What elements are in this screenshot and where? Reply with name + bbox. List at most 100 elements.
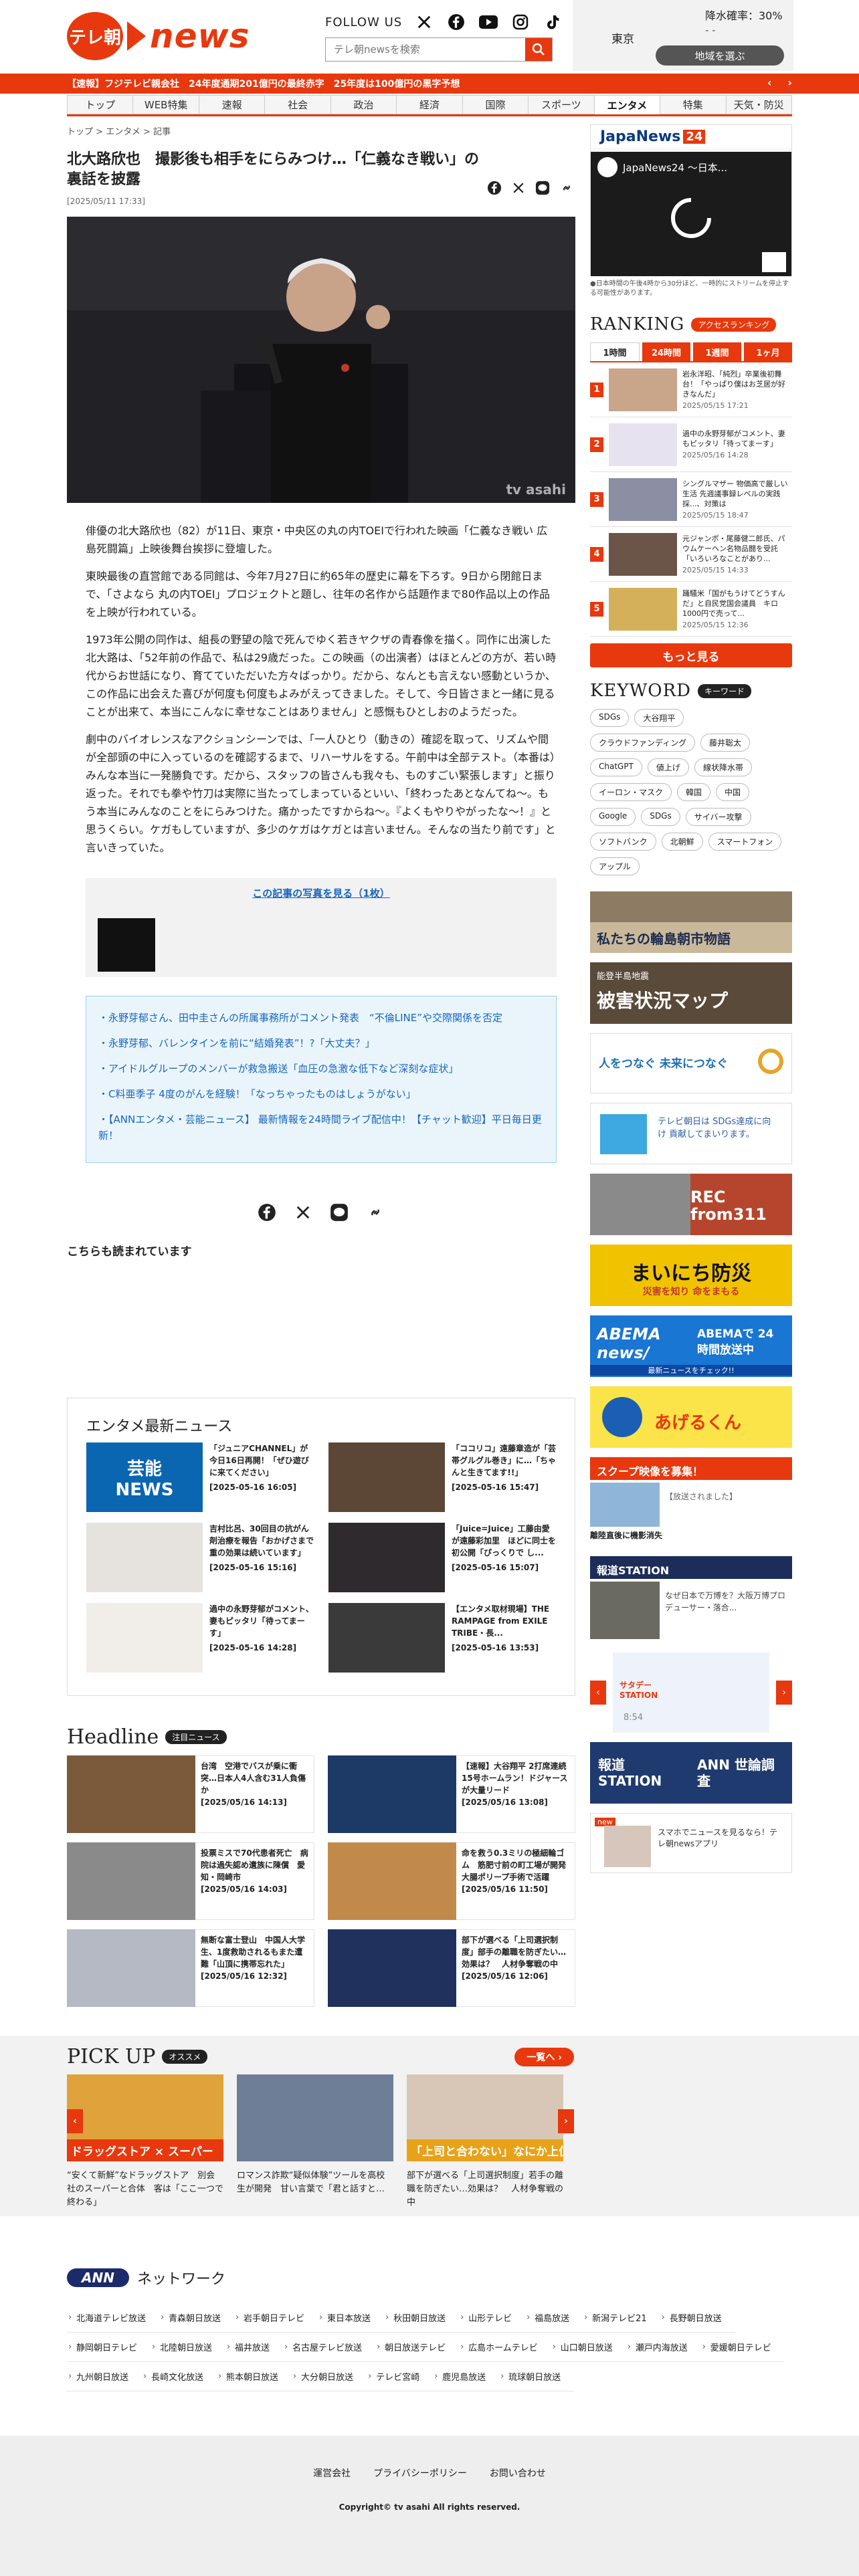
- ann-station-link[interactable]: 北海道テレビ放送: [67, 2303, 160, 2333]
- headline-thumb[interactable]: [67, 1755, 195, 1833]
- keyword-tag[interactable]: SDGs: [590, 709, 630, 727]
- ann-station-link[interactable]: 長野朝日放送: [660, 2303, 735, 2333]
- keyword-tag[interactable]: Google: [590, 808, 636, 826]
- wajima-banner[interactable]: 私たちの輪島朝市物語: [590, 891, 792, 953]
- ann-station-link[interactable]: 長崎文化放送: [142, 2362, 217, 2391]
- japanews24-widget[interactable]: JapaNews 24 JapaNews24 ～日本...: [590, 124, 792, 276]
- related-link[interactable]: ・永野芽郁さん、田中圭さんの所属事務所がコメント発表 “不倫LINE”や交際関係…: [98, 1010, 544, 1026]
- link-icon[interactable]: [558, 179, 575, 197]
- x-icon[interactable]: [510, 179, 527, 197]
- footer-link[interactable]: 運営会社: [313, 2466, 351, 2480]
- keyword-tag[interactable]: ChatGPT: [590, 758, 642, 776]
- ent-news-thumb[interactable]: [328, 1523, 445, 1592]
- related-link[interactable]: ・【ANNエンタメ・芸能ニュース】 最新情報を24時間ライブ配信中！【チャット歓…: [98, 1111, 544, 1144]
- nav-tab-8[interactable]: エンタメ: [593, 95, 660, 114]
- ent-news-thumb[interactable]: 芸能 NEWS: [86, 1442, 203, 1512]
- keyword-tag[interactable]: クラウドファンディング: [590, 734, 696, 752]
- photo-gallery-link[interactable]: この記事の写真を見る（1枚）: [86, 886, 557, 900]
- ann-station-link[interactable]: 愛媛朝日テレビ: [700, 2333, 785, 2362]
- x-icon[interactable]: [414, 12, 434, 32]
- headline-item[interactable]: 投票ミスで70代患者死亡 病院は過失認め遺族に陳償 愛知・岡崎市 [2025/05…: [67, 1842, 314, 1920]
- ann-station-link[interactable]: 広島ホームテレビ: [459, 2333, 551, 2362]
- ann-station-link[interactable]: 山口朝日放送: [551, 2333, 626, 2362]
- ranking-item[interactable]: 1 岩永洋昭、「純烈」卒業後初舞台！「やっぱり僕はお芝居が好きなんだ」 2025/0…: [590, 362, 792, 417]
- ranking-more-button[interactable]: もっと見る: [590, 643, 792, 667]
- nav-tab-1[interactable]: WEB特集: [132, 95, 199, 114]
- ann-station-link[interactable]: 朝日放送テレビ: [375, 2333, 460, 2362]
- ranking-thumb[interactable]: [609, 477, 677, 521]
- pickup-item[interactable]: 「上司と合わない」なにか上位 部下が選べる「上司選択制度」若手の離職を防ぎたい…効…: [407, 2074, 563, 2210]
- ann-station-link[interactable]: 鹿児島放送: [433, 2362, 500, 2391]
- ranking-item[interactable]: 3 シングルマザー 物価高で厳しい生活 先週議事録レベルの実践採...、対策は 20…: [590, 472, 792, 527]
- breaking-ticker[interactable]: 【速報】フジテレビ親会社 24年度通期201億円の最終赤字 25年度は100億円…: [0, 74, 859, 94]
- ent-news-item[interactable]: 「Juice=Juice」工藤由愛が遠藤彩加里 ほどに同士を初公開「ぴっくりで …: [328, 1523, 557, 1592]
- keyword-tag[interactable]: SDGs: [641, 808, 680, 826]
- ranking-item[interactable]: 4 元ジャンポ・尾藤健二郎氏、パウムケーヘン名物品闘を受託「いろいろなことがあり.…: [590, 527, 792, 582]
- article-photo[interactable]: tv asahi: [67, 217, 575, 503]
- headline-thumb[interactable]: [328, 1755, 456, 1833]
- search-input[interactable]: [326, 38, 525, 61]
- hodo-station-banner[interactable]: 報道STATION なぜ日本で万博を？大阪万博プロデューサー・落合...: [590, 1556, 792, 1643]
- live-video-player[interactable]: JapaNews24 ～日本...: [591, 152, 791, 276]
- ticker-next-icon[interactable]: ›: [787, 76, 792, 89]
- headline-item[interactable]: 台湾 空港でバスが乗に衝突…日本人4人含む31人負傷か [2025/05/16 1…: [67, 1755, 314, 1833]
- ann-station-link[interactable]: テレビ宮崎: [367, 2362, 434, 2391]
- scoop-banner[interactable]: スクープ映像を募集！ 【放送されました】 離陸直後に機影消失: [590, 1457, 792, 1547]
- ranking-thumb[interactable]: [609, 423, 677, 466]
- nav-tab-6[interactable]: 国際: [462, 95, 529, 114]
- nav-tab-0[interactable]: トップ: [67, 95, 133, 114]
- nav-tab-2[interactable]: 速報: [198, 95, 265, 114]
- keyword-tag[interactable]: 値上げ: [647, 758, 689, 776]
- headline-thumb[interactable]: [328, 1842, 456, 1920]
- link-icon[interactable]: [366, 1203, 385, 1222]
- ranking-thumb[interactable]: [609, 368, 677, 411]
- ranking-thumb[interactable]: [609, 532, 677, 576]
- ann-station-link[interactable]: 新潟テレビ21: [583, 2303, 660, 2333]
- ann-station-link[interactable]: 北陸朝日放送: [151, 2333, 226, 2362]
- keyword-tag[interactable]: 大谷翔平: [634, 709, 684, 727]
- headline-item[interactable]: 命を救う0.3ミリの極細輪ゴム 筋肥寸前の町工場が開発 大腸ポリープ手術で活躍 […: [328, 1842, 575, 1920]
- line-icon[interactable]: [330, 1203, 349, 1222]
- keyword-tag[interactable]: 北朝鮮: [661, 833, 703, 851]
- ann-station-link[interactable]: 琉球朝日放送: [499, 2362, 575, 2391]
- ent-news-item[interactable]: 「ココリコ」遠藤章造が「芸帯グルグル巻き」に…「ちゃんと生きてます!!」 [202…: [328, 1442, 557, 1512]
- youtube-icon[interactable]: [478, 12, 498, 32]
- ent-news-item[interactable]: 【エンタメ取材現場】THE RAMPAGE from EXILE TRIBE・長…: [328, 1603, 557, 1673]
- photo-gallery-box[interactable]: この記事の写真を見る（1枚）: [86, 878, 557, 977]
- ann-station-link[interactable]: 東日本放送: [318, 2303, 385, 2333]
- instagram-icon[interactable]: [510, 12, 531, 32]
- ranking-thumb[interactable]: [609, 587, 677, 631]
- facebook-icon[interactable]: [446, 12, 466, 32]
- keyword-tag[interactable]: 韓国: [677, 783, 711, 801]
- ann-station-link[interactable]: 熊本朝日放送: [217, 2362, 292, 2391]
- pickup-prev-icon[interactable]: ‹: [67, 2109, 83, 2133]
- ticker-prev-icon[interactable]: ‹: [767, 76, 772, 89]
- nav-tab-10[interactable]: 天気・防災: [725, 95, 792, 114]
- sdgs-commit-banner[interactable]: テレビ朝日は SDGs達成に向け 貢献してまいります。: [590, 1103, 792, 1164]
- ranking-tab[interactable]: 24時間: [642, 342, 690, 361]
- ann-station-link[interactable]: 岩手朝日テレビ: [234, 2303, 318, 2333]
- nav-tab-4[interactable]: 政治: [330, 95, 397, 114]
- facebook-icon[interactable]: [486, 179, 503, 197]
- headline-thumb[interactable]: [67, 1929, 195, 2007]
- keyword-tag[interactable]: イーロン・マスク: [590, 783, 672, 801]
- ent-news-thumb[interactable]: [328, 1442, 445, 1512]
- nav-tab-9[interactable]: 特集: [660, 95, 726, 114]
- noto-map-banner[interactable]: 能登半島地震 被害状況マップ: [590, 962, 792, 1024]
- footer-link[interactable]: プライバシーポリシー: [373, 2466, 467, 2480]
- ann-station-link[interactable]: 福井放送: [225, 2333, 284, 2362]
- ann-station-link[interactable]: 秋田朝日放送: [384, 2303, 460, 2333]
- ann-station-link[interactable]: 山形テレビ: [459, 2303, 526, 2333]
- ent-news-thumb[interactable]: [328, 1603, 445, 1673]
- headline-item[interactable]: 無断な富士登山 中国人大学生、1度救助されるもまた遭難「山頂に携帯忘れた」 [20…: [67, 1929, 314, 2007]
- related-link[interactable]: ・C料亜季子 4度のがんを経験！「なっちゃったものはしょうがない」: [98, 1086, 544, 1102]
- search-button[interactable]: [525, 38, 552, 61]
- saturday-station-banner[interactable]: ‹ サタデー STATION 8:54 ›: [590, 1652, 792, 1733]
- ageru-banner[interactable]: あげるくん: [590, 1386, 792, 1448]
- x-icon[interactable]: [294, 1203, 312, 1222]
- pickup-thumb[interactable]: 「上司と合わない」なにか上位: [407, 2074, 563, 2161]
- keyword-tag[interactable]: アップル: [590, 857, 640, 875]
- ann-station-link[interactable]: 九州朝日放送: [67, 2362, 142, 2391]
- footer-link[interactable]: お問い合わせ: [490, 2466, 546, 2480]
- related-link[interactable]: ・永野芽郁、バレンタインを前に“結婚発表”！?「大丈夫？」: [98, 1035, 544, 1051]
